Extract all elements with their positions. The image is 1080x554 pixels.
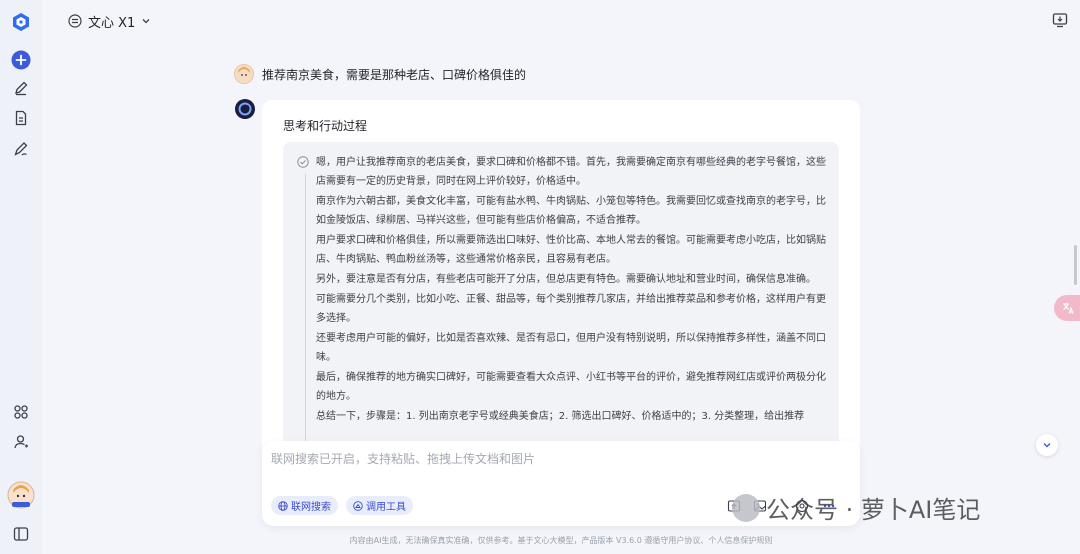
scrollbar[interactable] [1074, 245, 1077, 285]
thinking-paragraph: 总结一下，步骤是：1. 列出南京老字号或经典美食店；2. 筛选出口碑好、价格适中… [316, 411, 805, 422]
screen-icon[interactable] [1052, 12, 1068, 28]
tools-chip[interactable]: 调用工具 [346, 496, 413, 515]
model-icon [68, 14, 82, 28]
thinking-paragraph: 嗯，用户让我推荐南京的老店美食，要求口碑和价格都不错。首先，我需要确定南京有哪些… [316, 157, 826, 187]
tools-label: 调用工具 [366, 502, 406, 513]
chevron-down-icon [142, 19, 150, 24]
watermark: 公众号 · 萝卜AI笔记 [732, 490, 980, 525]
thinking-text: 嗯，用户让我推荐南京的老店美食，要求口碑和价格都不错。首先，我需要确定南京有哪些… [316, 153, 826, 427]
check-circle-icon [297, 156, 309, 168]
thinking-section-title[interactable]: 思考和行动过程 [283, 117, 367, 134]
assistant-avatar [235, 99, 255, 119]
thinking-divider [305, 174, 306, 460]
thinking-paragraph: 用户要求口碑和价格俱佳，所以需要筛选出口味好、性价比高、本地人常去的餐馆。可能需… [316, 235, 826, 265]
assistant-response-card: 思考和行动过程 嗯，用户让我推荐南京的老店美食，要求口碑和价格都不错。首先，我需… [262, 100, 860, 460]
user-message-text: 推荐南京美食，需要是那种老店、口碑价格俱佳的 [262, 67, 527, 82]
thinking-paragraph: 南京作为六朝古都，美食文化丰富，可能有盐水鸭、牛肉锅贴、小笼包等特色。我需要回忆… [316, 196, 826, 226]
sidebar [0, 0, 42, 554]
scroll-down-button[interactable] [1036, 434, 1058, 456]
footer-disclaimer: 内容由AI生成，无法确保真实准确，仅供参考。基于文心大模型，产品版本 V3.6.… [349, 536, 773, 545]
web-search-chip[interactable]: 联网搜索 [271, 496, 338, 515]
main-area: 文心 X1 推荐南京美食，需要是那种老店、口碑价格俱佳的 思考和行动过程 嗯，用… [42, 0, 1080, 554]
wechat-icon [732, 493, 760, 522]
profile-avatar[interactable] [7, 481, 35, 509]
user-icon[interactable] [10, 431, 32, 453]
user-message: 推荐南京美食，需要是那种老店、口碑价格俱佳的 [234, 64, 526, 84]
app-logo-icon[interactable] [10, 11, 32, 33]
chat-input[interactable]: 联网搜索已开启，支持粘贴、拖拽上传文档和图片 [271, 450, 535, 467]
chevron-down-icon [1043, 443, 1051, 448]
draw-icon[interactable] [10, 138, 32, 160]
pen-icon[interactable] [10, 77, 32, 99]
apps-grid-icon[interactable] [10, 401, 32, 423]
thinking-paragraph: 另外，要注意是否有分店，有些老店可能开了分店，但总店更有特色。需要确认地址和营业… [316, 274, 816, 285]
user-avatar [234, 64, 254, 84]
thinking-paragraph: 可能需要分几个类别，比如小吃、正餐、甜品等，每个类别推荐几家店，并给出推荐菜品和… [316, 294, 826, 324]
watermark-text: 公众号 · 萝卜AI笔记 [766, 496, 981, 524]
thinking-paragraph: 最后，确保推荐的地方确实口碑好，可能需要查看大众点评、小红书等平台的评价，避免推… [316, 372, 826, 402]
sidebar-toggle-icon[interactable] [10, 523, 32, 545]
globe-icon [278, 500, 288, 511]
web-search-label: 联网搜索 [291, 502, 331, 513]
thinking-box: 嗯，用户让我推荐南京的老店美食，要求口碑和价格都不错。首先，我需要确定南京有哪些… [283, 142, 839, 460]
model-name: 文心 X1 [88, 15, 136, 31]
new-chat-icon[interactable] [10, 49, 32, 71]
thinking-paragraph: 还要考虑用户可能的偏好，比如是否喜欢辣、是否有忌口，但用户没有特别说明，所以保持… [316, 333, 826, 363]
tools-icon [353, 500, 363, 511]
document-icon[interactable] [10, 107, 32, 129]
translate-float-icon[interactable] [1054, 295, 1080, 321]
model-selector[interactable]: 文心 X1 [68, 10, 151, 32]
